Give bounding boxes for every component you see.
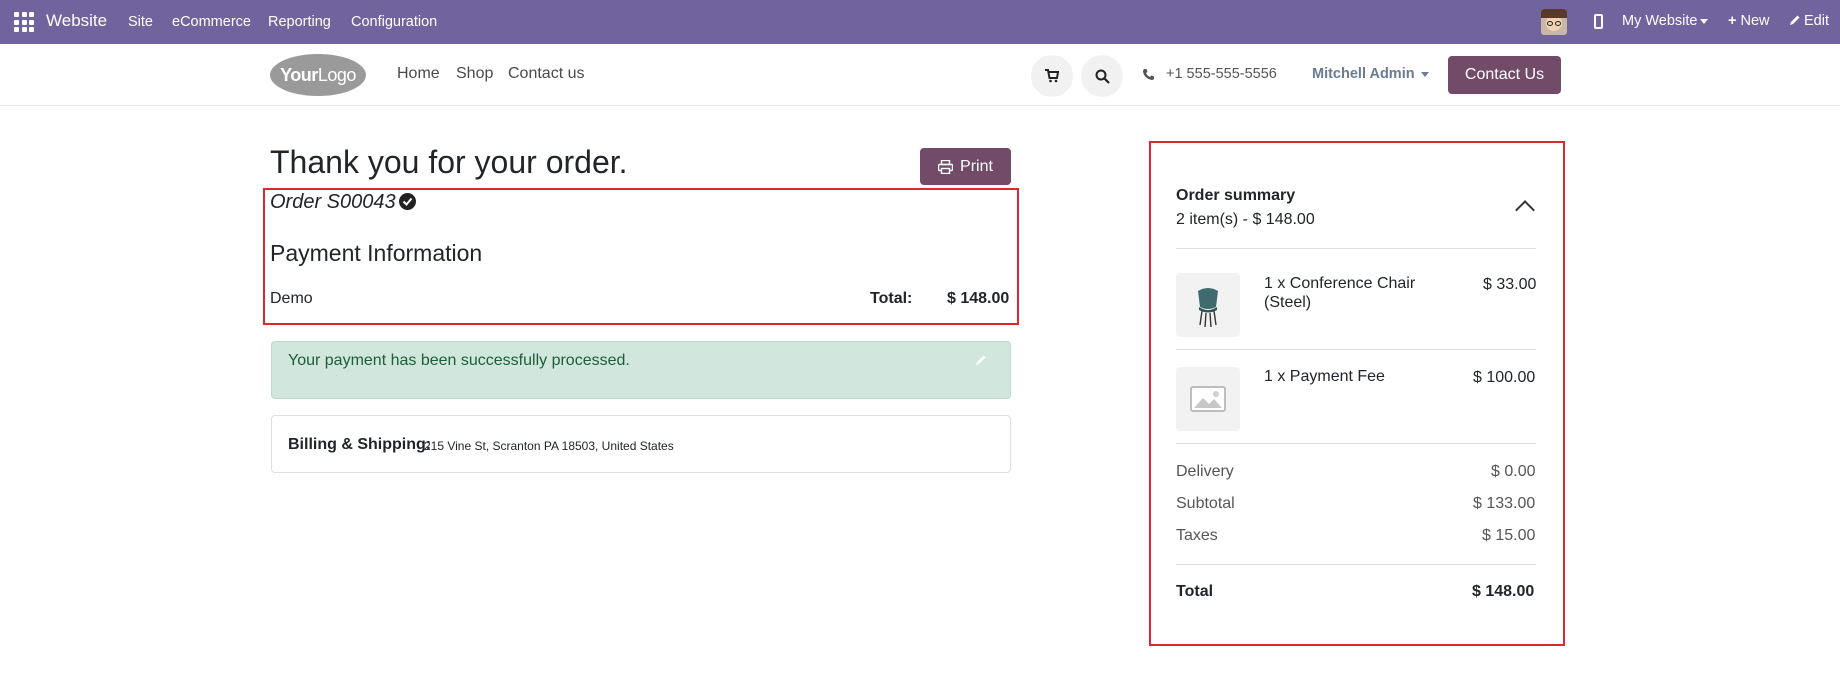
printer-icon [938, 159, 954, 174]
mobile-preview-icon[interactable] [1594, 14, 1603, 29]
divider [1176, 349, 1536, 350]
company-logo[interactable]: Your Logo [270, 54, 366, 96]
pencil-icon [1790, 15, 1800, 25]
payment-success-alert: Your payment has been successfully proce… [271, 341, 1011, 399]
summary-item-price: $ 100.00 [1473, 369, 1536, 386]
apps-grid-icon[interactable] [14, 12, 34, 32]
user-name: Mitchell Admin [1312, 66, 1415, 82]
page-title: Thank you for your order. [270, 144, 628, 180]
edit-button[interactable]: Edit [1789, 13, 1829, 29]
taxes-value: $ 15.00 [1482, 527, 1536, 544]
admin-bar: Website Site eCommerce Reporting Configu… [0, 0, 1840, 44]
chair-image [1198, 288, 1218, 328]
divider [1176, 443, 1536, 444]
payment-total-value: $ 148.00 [947, 290, 1010, 307]
subtotal-label: Subtotal [1176, 495, 1235, 512]
menu-ecommerce[interactable]: eCommerce [172, 14, 251, 30]
alert-message: Your payment has been successfully proce… [288, 352, 630, 369]
divider [1176, 564, 1536, 565]
payment-total-label: Total: [870, 290, 913, 307]
summary-subtitle: 2 item(s) - $ 148.00 [1176, 211, 1315, 228]
contact-us-button[interactable]: Contact Us [1448, 56, 1561, 94]
print-button[interactable]: Print [920, 148, 1011, 185]
delivery-value: $ 0.00 [1491, 463, 1536, 480]
user-avatar[interactable] [1541, 9, 1567, 35]
menu-reporting[interactable]: Reporting [268, 14, 331, 30]
divider [1176, 248, 1536, 249]
logo-text-bold: Your [280, 64, 318, 85]
caret-down-icon [1700, 18, 1709, 24]
summary-title: Order summary [1176, 187, 1296, 204]
app-brand[interactable]: Website [46, 11, 107, 31]
pencil-icon[interactable] [975, 354, 987, 366]
image-placeholder-icon [1190, 386, 1226, 412]
website-selector[interactable]: My Website [1622, 13, 1709, 29]
check-circle-icon [399, 193, 416, 210]
summary-item-name: 1 x Conference Chair (Steel) [1264, 275, 1416, 311]
taxes-label: Taxes [1176, 527, 1218, 544]
nav-shop[interactable]: Shop [456, 65, 493, 83]
website-selector-label: My Website [1622, 13, 1698, 29]
subtotal-value: $ 133.00 [1473, 495, 1536, 512]
plus-icon: + [1728, 13, 1737, 29]
product-thumbnail [1176, 273, 1240, 337]
new-button[interactable]: + New [1728, 13, 1770, 29]
cart-icon [1045, 69, 1059, 83]
menu-configuration[interactable]: Configuration [351, 14, 437, 30]
payment-info-title: Payment Information [270, 240, 483, 266]
nav-contact-us[interactable]: Contact us [508, 65, 584, 83]
summary-total-label: Total [1176, 583, 1214, 600]
billing-label: Billing & Shipping: [288, 436, 432, 453]
nav-home[interactable]: Home [397, 65, 440, 83]
cart-button[interactable] [1031, 55, 1073, 97]
search-button[interactable] [1081, 55, 1123, 97]
payment-method: Demo [270, 290, 313, 307]
user-menu[interactable]: Mitchell Admin [1312, 66, 1429, 82]
print-label: Print [960, 157, 993, 175]
summary-total-value: $ 148.00 [1472, 583, 1535, 600]
website-navbar: Your Logo Home Shop Contact us +1 555-555… [0, 44, 1840, 106]
billing-shipping-card: Billing & Shipping: 215 Vine St, Scranto… [271, 415, 1011, 473]
delivery-label: Delivery [1176, 463, 1234, 480]
new-label: New [1740, 13, 1770, 29]
phone-number[interactable]: +1 555-555-5556 [1166, 66, 1277, 82]
edit-label: Edit [1804, 13, 1829, 29]
phone-icon [1143, 69, 1154, 80]
search-icon [1095, 69, 1110, 84]
caret-down-icon [1420, 71, 1429, 77]
billing-address: 215 Vine St, Scranton PA 18503, United S… [424, 439, 674, 453]
order-number: Order S00043 [270, 191, 396, 213]
logo-text-light: Logo [317, 64, 357, 85]
summary-item-price: $ 33.00 [1483, 276, 1537, 293]
menu-site[interactable]: Site [128, 14, 153, 30]
summary-item-name: 1 x Payment Fee [1264, 368, 1385, 385]
product-thumbnail [1176, 367, 1240, 431]
